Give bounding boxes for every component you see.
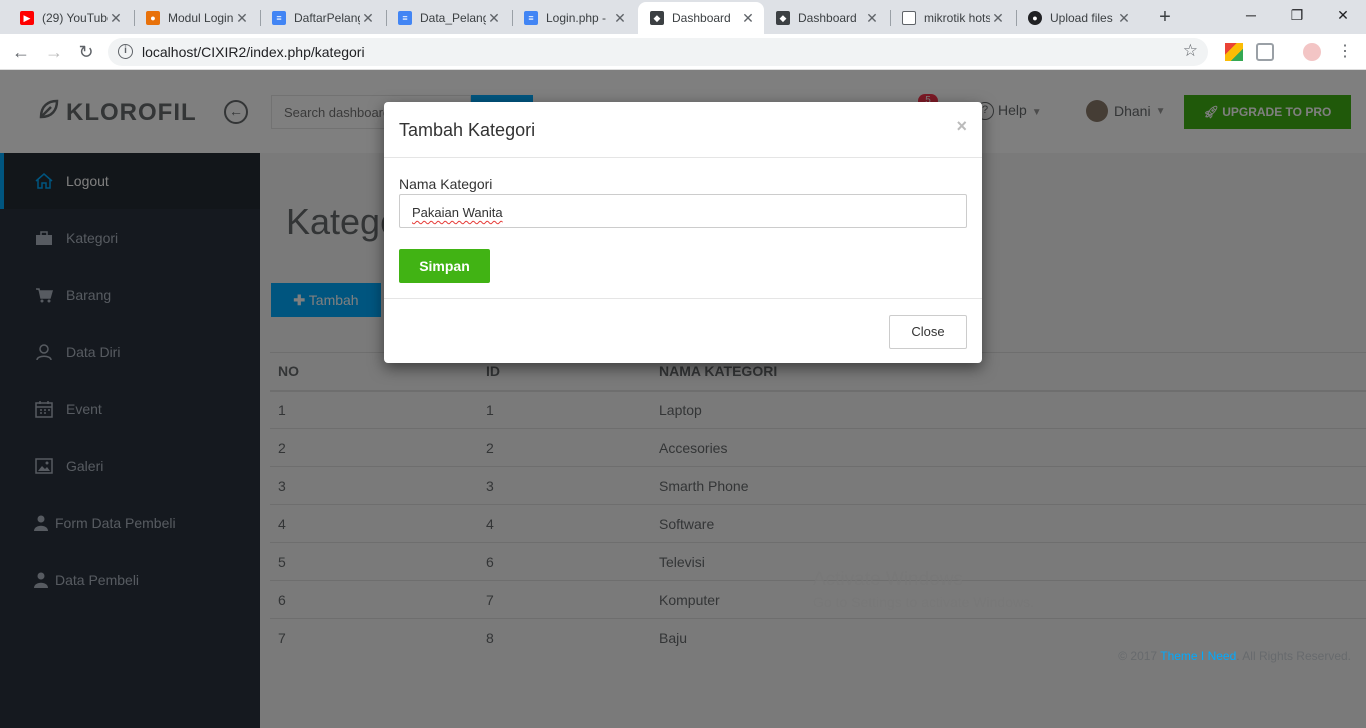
browser-tab[interactable]: mikrotik hotspot ✕ <box>890 2 1014 34</box>
klorofil-icon: ◆ <box>650 11 664 25</box>
tab-title: Data_Pelanggan <box>420 11 486 25</box>
browser-tab[interactable]: ≡ DaftarPelanggan ✕ <box>260 2 384 34</box>
forward-button[interactable]: → <box>42 40 66 64</box>
browser-tab[interactable]: ≡ Login.php - ✕ <box>512 2 636 34</box>
profile-avatar[interactable] <box>1303 43 1321 61</box>
windows-watermark: Activate Windows Go to Settings to activ… <box>813 569 1034 610</box>
youtube-icon: ▶ <box>20 11 34 25</box>
watermark-subtitle: Go to Settings to activate Windows. <box>813 594 1034 610</box>
app: KLOROFIL ← 5 ?Help▼ Dhani ▼ 🚀︎ UPGRADE T… <box>0 70 1366 728</box>
close-icon[interactable]: ✕ <box>360 10 376 27</box>
tab-title: Dashboard <box>672 11 731 25</box>
browser-tab-active[interactable]: ◆ Dashboard ✕ <box>638 2 764 34</box>
browser-tab[interactable]: ● Upload files ✕ <box>1016 2 1140 34</box>
close-icon[interactable]: ✕ <box>486 10 502 27</box>
category-name-label: Nama Kategori <box>399 176 493 192</box>
tab-title: Login.php - <box>546 11 607 25</box>
minimize-button[interactable]: ─ <box>1228 0 1274 32</box>
klorofil-icon: ◆ <box>776 11 790 25</box>
close-icon[interactable]: ✕ <box>740 10 756 27</box>
add-category-modal: Tambah Kategori × Nama Kategori Pakaian … <box>384 102 982 363</box>
url-input[interactable]: i localhost/CIXIR2/index.php/kategori ☆ <box>108 38 1208 66</box>
footer-link[interactable]: Theme I Need <box>1160 649 1236 663</box>
browser-tab[interactable]: ▶ (29) YouTube ✕ <box>8 2 132 34</box>
person-icon: ● <box>146 11 160 25</box>
category-name-input[interactable] <box>399 194 967 228</box>
tab-title: Modul Login <box>168 11 234 25</box>
modal-body: Nama Kategori Pakaian Wanita Simpan <box>384 158 982 299</box>
window-close-button[interactable]: ✕ <box>1320 0 1366 32</box>
browser-tab[interactable]: ◆ Dashboard ✕ <box>764 2 888 34</box>
new-tab-button[interactable]: + <box>1152 5 1178 31</box>
modal-header: Tambah Kategori × <box>384 102 982 158</box>
doc-icon: ≡ <box>272 11 286 25</box>
menu-dots-icon[interactable]: ⋮ <box>1336 43 1354 61</box>
doc-icon: ≡ <box>398 11 412 25</box>
address-bar: ← → ↻ i localhost/CIXIR2/index.php/kateg… <box>0 34 1366 70</box>
close-button[interactable]: Close <box>889 315 967 349</box>
info-icon[interactable]: i <box>118 44 133 59</box>
close-icon[interactable]: ✕ <box>864 10 880 27</box>
extension-icon[interactable] <box>1225 43 1243 61</box>
browser-tab-bar: ▶ (29) YouTube ✕ ● Modul Login ✕ ≡ Dafta… <box>0 0 1366 34</box>
close-icon[interactable]: ✕ <box>990 10 1006 27</box>
tab-title: DaftarPelanggan <box>294 11 360 25</box>
close-icon[interactable]: ✕ <box>1116 10 1132 27</box>
page-icon <box>902 11 916 25</box>
modal-title: Tambah Kategori <box>399 120 536 140</box>
bookmark-star-icon[interactable]: ☆ <box>1183 41 1198 61</box>
restore-button[interactable]: ❐ <box>1274 0 1320 32</box>
watermark-title: Activate Windows <box>813 569 963 590</box>
tab-title: Dashboard <box>798 11 857 25</box>
close-icon[interactable]: ✕ <box>612 10 628 27</box>
footer-text: © 2017 <box>1118 649 1161 663</box>
reload-button[interactable]: ↻ <box>74 40 98 64</box>
tab-title: (29) YouTube <box>42 11 108 25</box>
save-button[interactable]: Simpan <box>399 249 490 283</box>
footer-text: . All Rights Reserved. <box>1236 649 1351 663</box>
doc-icon: ≡ <box>524 11 538 25</box>
browser-tab[interactable]: ● Modul Login ✕ <box>134 2 258 34</box>
close-icon[interactable]: ✕ <box>108 10 124 27</box>
footer: © 2017 Theme I Need. All Rights Reserved… <box>1118 649 1351 663</box>
github-icon: ● <box>1028 11 1042 25</box>
tab-title: Upload files <box>1050 11 1113 25</box>
close-icon[interactable]: ✕ <box>234 10 250 27</box>
close-icon[interactable]: × <box>956 116 967 137</box>
modal-footer: Close <box>384 299 982 363</box>
tab-title: mikrotik hotspot <box>924 11 990 25</box>
camera-icon[interactable] <box>1256 43 1274 61</box>
browser-tab[interactable]: ≡ Data_Pelanggan ✕ <box>386 2 510 34</box>
back-button[interactable]: ← <box>9 40 33 64</box>
url-text: localhost/CIXIR2/index.php/kategori <box>142 44 365 60</box>
